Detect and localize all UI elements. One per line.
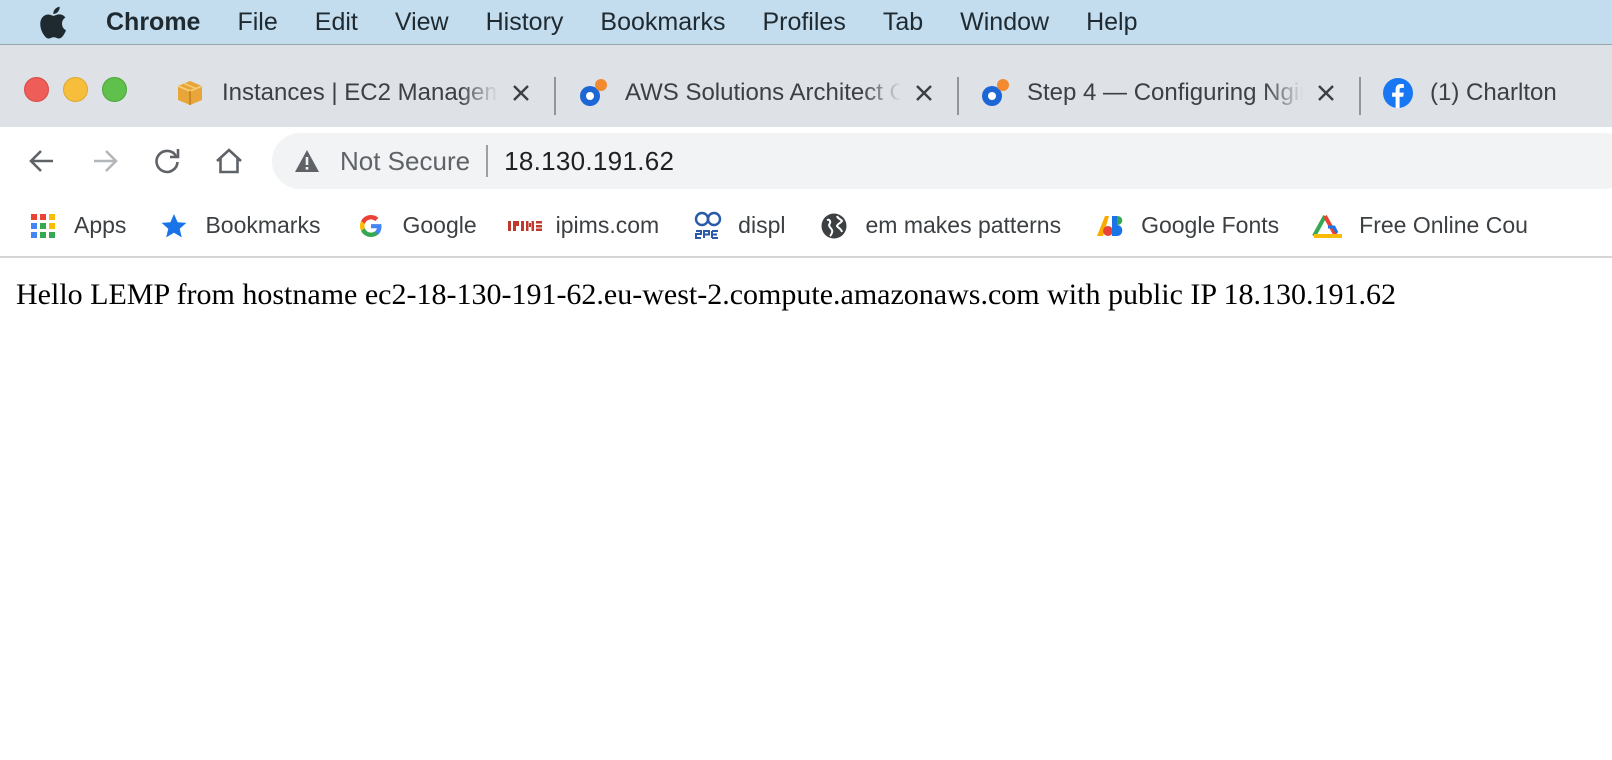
window-close-button[interactable] <box>24 77 49 102</box>
tab-title: Step 4 — Configuring Nginx <box>1027 79 1303 106</box>
aws-box-icon <box>174 77 206 109</box>
bookmark-label: Free Online Cou <box>1359 212 1528 238</box>
triangle-logo-icon <box>1311 211 1345 241</box>
bookmark-displ[interactable]: displ <box>692 210 785 242</box>
bookmark-ipims[interactable]: ipims.com <box>507 211 660 241</box>
menu-file[interactable]: File <box>237 8 277 37</box>
learning-site-icon <box>979 77 1011 109</box>
facebook-icon <box>1382 77 1414 109</box>
google-fonts-icon <box>1095 211 1125 241</box>
bookmark-label: em makes patterns <box>865 212 1062 238</box>
menu-tab[interactable]: Tab <box>883 8 923 37</box>
reload-icon[interactable] <box>151 145 183 177</box>
bookmark-label: Google Fonts <box>1141 212 1280 238</box>
bookmark-label: Apps <box>74 212 127 238</box>
menu-chrome[interactable]: Chrome <box>106 8 200 37</box>
learning-site-icon <box>577 77 609 109</box>
bookmark-apps[interactable]: Apps <box>28 211 126 241</box>
menu-bookmarks[interactable]: Bookmarks <box>600 8 725 37</box>
page-body-text: Hello LEMP from hostname ec2-18-130-191-… <box>16 278 1396 311</box>
close-icon[interactable] <box>1315 82 1337 104</box>
address-bar[interactable]: Not Secure 18.130.191.62 <box>272 133 1612 189</box>
spe-icon <box>692 210 724 242</box>
menu-window[interactable]: Window <box>960 8 1049 37</box>
forward-arrow-icon[interactable] <box>89 145 121 177</box>
bookmarks-bar: Apps Bookmarks Google ipims.com displ em… <box>0 195 1612 258</box>
bookmark-bookmarks[interactable]: Bookmarks <box>159 211 320 241</box>
bookmark-em-makes-patterns[interactable]: em makes patterns <box>819 211 1061 241</box>
tab-aws-course[interactable]: AWS Solutions Architect Course <box>577 71 935 115</box>
tab-ec2-instances[interactable]: Instances | EC2 Management Console <box>174 71 532 115</box>
browser-toolbar: Not Secure 18.130.191.62 <box>0 127 1612 195</box>
url-text[interactable]: 18.130.191.62 <box>504 146 674 177</box>
menu-profiles[interactable]: Profiles <box>762 8 845 37</box>
bookmark-label: displ <box>738 212 786 238</box>
apps-grid-icon <box>28 211 58 241</box>
close-icon[interactable] <box>913 82 935 104</box>
tab-separator <box>957 77 959 115</box>
bookmark-google[interactable]: Google <box>356 211 477 241</box>
home-icon[interactable] <box>213 145 245 177</box>
globe-icon <box>819 211 849 241</box>
menu-view[interactable]: View <box>395 8 449 37</box>
menu-history[interactable]: History <box>486 8 564 37</box>
close-icon[interactable] <box>510 82 532 104</box>
tab-facebook[interactable]: (1) Charlton <box>1382 71 1612 115</box>
bookmark-free-online-courses[interactable]: Free Online Cou <box>1311 211 1528 241</box>
tab-title: AWS Solutions Architect Course <box>625 79 901 106</box>
menu-edit[interactable]: Edit <box>315 8 358 37</box>
ipims-icon <box>507 211 542 241</box>
page-content: Hello LEMP from hostname ec2-18-130-191-… <box>0 258 1612 760</box>
star-icon <box>159 211 189 241</box>
tab-strip: Instances | EC2 Management Console AWS S… <box>0 44 1612 127</box>
omnibox-divider <box>486 145 489 177</box>
tab-separator <box>554 77 556 115</box>
window-zoom-button[interactable] <box>102 77 127 102</box>
tab-separator <box>1359 77 1361 115</box>
tab-configuring-nginx[interactable]: Step 4 — Configuring Nginx <box>979 71 1337 115</box>
window-minimize-button[interactable] <box>63 77 88 102</box>
macos-menu-bar: Chrome File Edit View History Bookmarks … <box>0 0 1612 44</box>
bookmark-google-fonts[interactable]: Google Fonts <box>1095 211 1279 241</box>
tab-title: Instances | EC2 Management Console <box>222 79 498 106</box>
warning-triangle-icon[interactable] <box>294 147 322 175</box>
menu-help[interactable]: Help <box>1086 8 1137 37</box>
tab-title: (1) Charlton <box>1430 79 1557 106</box>
back-arrow-icon[interactable] <box>26 145 58 177</box>
security-status-label[interactable]: Not Secure <box>340 146 470 177</box>
bookmark-label: Bookmarks <box>205 212 321 238</box>
bookmark-label: ipims.com <box>555 212 660 238</box>
bookmark-label: Google <box>402 212 477 238</box>
apple-logo-icon[interactable] <box>39 5 69 39</box>
google-icon <box>356 211 386 241</box>
